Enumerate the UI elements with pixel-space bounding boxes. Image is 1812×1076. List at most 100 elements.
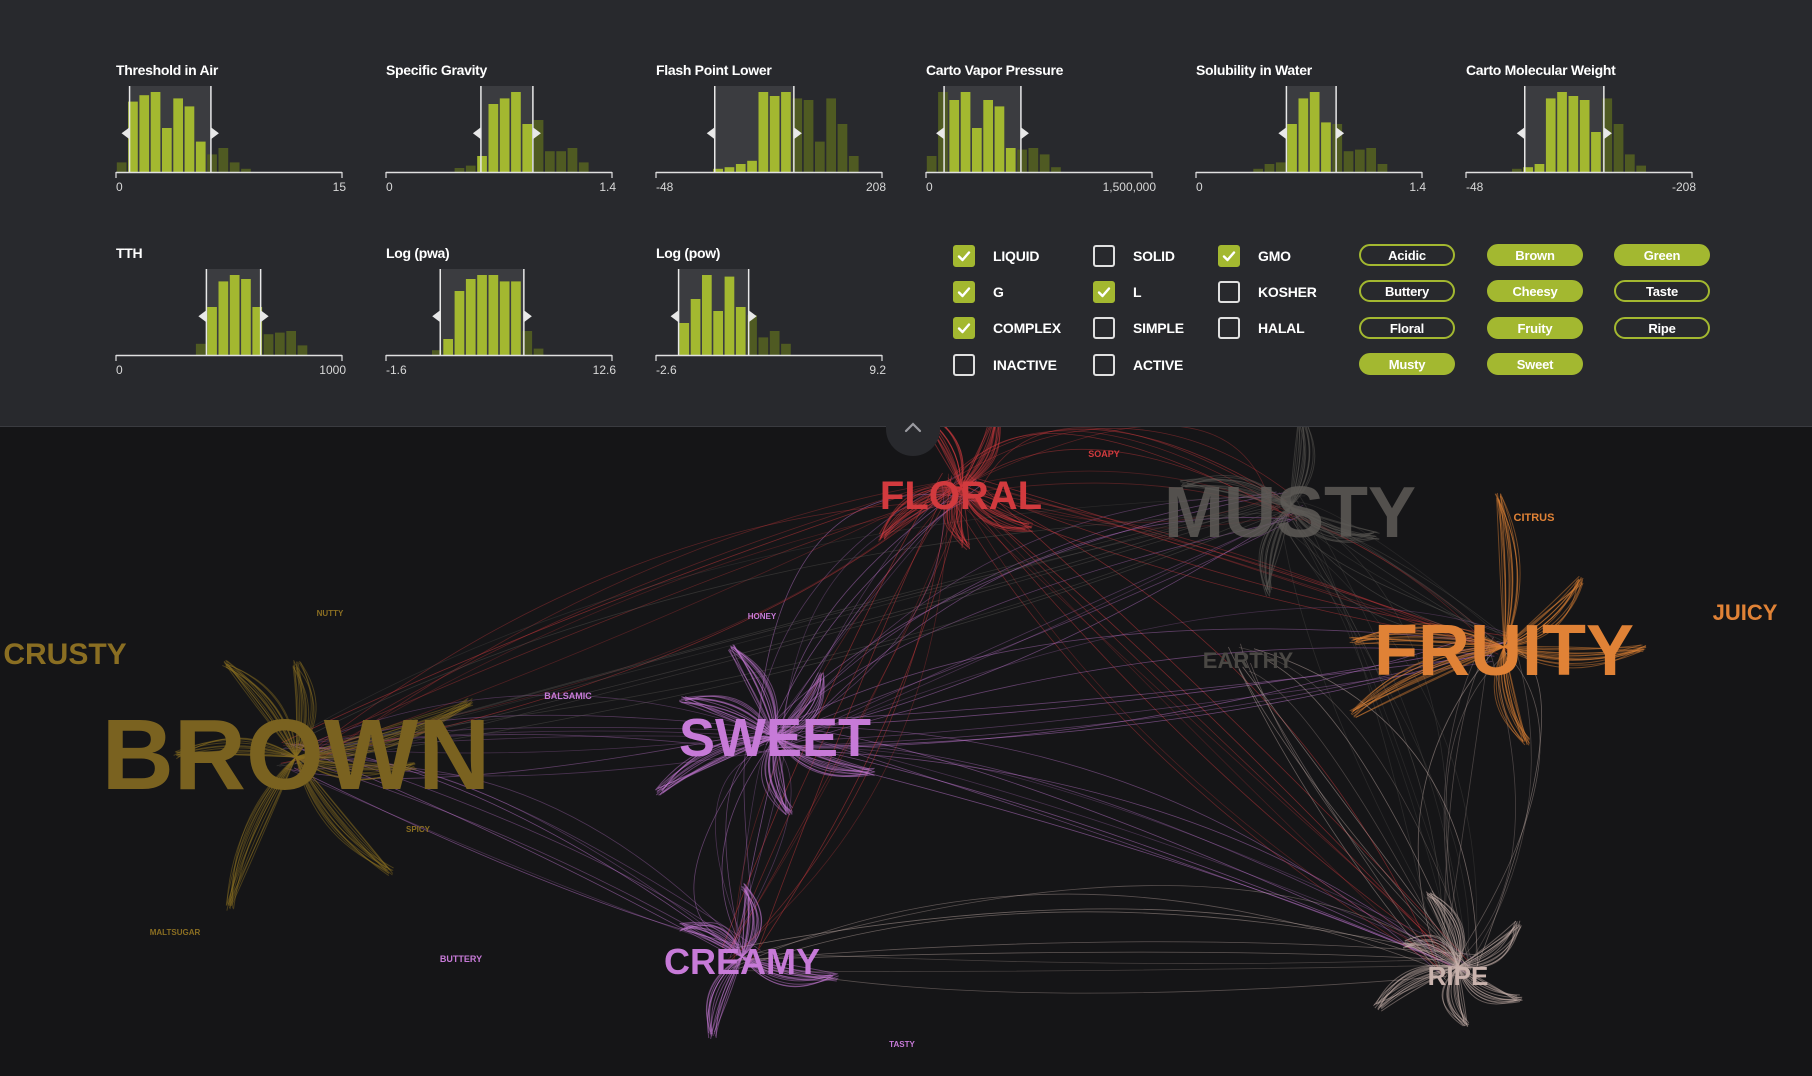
histogram-bar bbox=[499, 98, 510, 172]
node-label-earthy[interactable]: EARTHY bbox=[1203, 648, 1294, 673]
histogram-plot[interactable] bbox=[385, 86, 613, 178]
checkbox-box[interactable] bbox=[1218, 245, 1240, 267]
checkbox-box[interactable] bbox=[953, 317, 975, 339]
histogram-threshold-in-air[interactable]: Threshold in Air 0 15 bbox=[115, 62, 346, 212]
axis-max-label: 9.2 bbox=[869, 363, 886, 377]
range-handle-min[interactable] bbox=[1516, 127, 1525, 140]
tag-ripe[interactable]: Ripe bbox=[1614, 317, 1710, 339]
checkbox-box[interactable] bbox=[953, 281, 975, 303]
node-label-balsamic[interactable]: BALSAMIC bbox=[544, 691, 592, 701]
histogram-bar bbox=[972, 128, 982, 172]
histogram-log-pow[interactable]: Log (pow) -2.6 9.2 bbox=[655, 245, 886, 395]
checkbox-complex[interactable]: COMPLEX bbox=[953, 315, 1061, 341]
node-label-creamy[interactable]: CREAMY bbox=[664, 941, 820, 982]
histogram-carto-molecular-weight[interactable]: Carto Molecular Weight -48 -208 bbox=[1465, 62, 1696, 212]
histogram-plot[interactable] bbox=[385, 269, 613, 361]
node-label-floral[interactable]: FLORAL bbox=[880, 474, 1042, 518]
histogram-log-pwa[interactable]: Log (pwa) -1.6 12.6 bbox=[385, 245, 616, 395]
node-label-citrus[interactable]: CITRUS bbox=[1514, 512, 1555, 524]
tag-floral[interactable]: Floral bbox=[1359, 317, 1455, 339]
node-label-sweet[interactable]: SWEET bbox=[679, 708, 871, 768]
checkbox-box[interactable] bbox=[1218, 317, 1240, 339]
checkbox-box[interactable] bbox=[1093, 245, 1115, 267]
histogram-tth[interactable]: TTH 0 1000 bbox=[115, 245, 346, 395]
axis-min-label: 0 bbox=[926, 180, 933, 194]
checkbox-gmo[interactable]: GMO bbox=[1218, 243, 1291, 269]
tag-musty[interactable]: Musty bbox=[1359, 353, 1455, 375]
histogram-bar bbox=[1051, 167, 1061, 172]
node-label-crusty[interactable]: CRUSTY bbox=[3, 638, 126, 671]
histogram-bar bbox=[1343, 151, 1354, 172]
node-label-spicy[interactable]: SPICY bbox=[406, 825, 431, 834]
histogram-plot[interactable] bbox=[925, 86, 1153, 178]
checkbox-box[interactable] bbox=[1093, 281, 1115, 303]
node-label-honey[interactable]: HONEY bbox=[748, 612, 777, 621]
tag-fruity[interactable]: Fruity bbox=[1487, 317, 1583, 339]
checkbox-active[interactable]: ACTIVE bbox=[1093, 352, 1183, 378]
range-handle-min[interactable] bbox=[198, 310, 207, 323]
checkbox-box[interactable] bbox=[1093, 317, 1115, 339]
tag-sweet[interactable]: Sweet bbox=[1487, 353, 1583, 375]
histogram-bar bbox=[241, 279, 251, 355]
checkbox-g[interactable]: G bbox=[953, 279, 1004, 305]
node-label-brown[interactable]: BROWN bbox=[102, 699, 491, 811]
tag-taste[interactable]: Taste bbox=[1614, 280, 1710, 302]
histogram-specific-gravity[interactable]: Specific Gravity 0 1.4 bbox=[385, 62, 616, 212]
checkbox-box[interactable] bbox=[953, 245, 975, 267]
histogram-bar bbox=[1591, 132, 1601, 172]
checkbox-kosher[interactable]: KOSHER bbox=[1218, 279, 1317, 305]
checkbox-halal[interactable]: HALAL bbox=[1218, 315, 1305, 341]
histogram-plot[interactable] bbox=[115, 269, 343, 361]
histogram-bar bbox=[477, 156, 487, 172]
range-handle-min[interactable] bbox=[121, 127, 130, 140]
tag-cheesy[interactable]: Cheesy bbox=[1487, 280, 1583, 302]
node-label-nutty[interactable]: NUTTY bbox=[317, 609, 344, 618]
histogram-flash-point-lower[interactable]: Flash Point Lower -48 208 bbox=[655, 62, 886, 212]
histogram-plot[interactable] bbox=[655, 86, 883, 178]
checkbox-box[interactable] bbox=[1093, 354, 1115, 376]
node-label-fruity[interactable]: FRUITY bbox=[1374, 611, 1634, 691]
range-handle-max[interactable] bbox=[260, 310, 269, 323]
histogram-bar bbox=[488, 104, 499, 172]
range-handle-max[interactable] bbox=[1020, 127, 1029, 140]
range-handle-min[interactable] bbox=[706, 127, 715, 140]
histogram-bar bbox=[1264, 164, 1275, 172]
range-handle-min[interactable] bbox=[432, 310, 441, 323]
histogram-carto-vapor-pressure[interactable]: Carto Vapor Pressure 0 1,500,000 bbox=[925, 62, 1156, 212]
tag-buttery[interactable]: Buttery bbox=[1359, 280, 1455, 302]
checkbox-box[interactable] bbox=[953, 354, 975, 376]
range-handle-max[interactable] bbox=[523, 310, 532, 323]
odor-network-graph[interactable]: FLORAL MUSTY FRUITY SWEET BROWN CREAMY R… bbox=[0, 427, 1812, 1076]
range-handle-min[interactable] bbox=[670, 310, 679, 323]
checkbox-box[interactable] bbox=[1218, 281, 1240, 303]
histogram-plot[interactable] bbox=[1465, 86, 1693, 178]
histogram-bar bbox=[465, 279, 476, 355]
tag-brown[interactable]: Brown bbox=[1487, 244, 1583, 266]
histogram-bar bbox=[533, 348, 544, 355]
histogram-title: Carto Vapor Pressure bbox=[926, 62, 1064, 78]
node-label-tasty[interactable]: TASTY bbox=[889, 1040, 915, 1049]
histogram-plot[interactable] bbox=[655, 269, 883, 361]
histogram-plot[interactable] bbox=[1195, 86, 1423, 178]
checkbox-solid[interactable]: SOLID bbox=[1093, 243, 1175, 269]
checkbox-liquid[interactable]: LIQUID bbox=[953, 243, 1039, 269]
node-label-musty[interactable]: MUSTY bbox=[1164, 473, 1416, 553]
histogram-bar bbox=[1545, 98, 1556, 172]
histogram-plot[interactable] bbox=[115, 86, 343, 178]
range-handle-max[interactable] bbox=[210, 127, 219, 140]
histogram-bar bbox=[286, 331, 296, 355]
checkbox-l[interactable]: L bbox=[1093, 279, 1142, 305]
node-label-buttery[interactable]: BUTTERY bbox=[440, 954, 482, 964]
checkbox-label: G bbox=[993, 284, 1004, 300]
node-label-juicy[interactable]: JUICY bbox=[1713, 600, 1778, 625]
checkbox-inactive[interactable]: INACTIVE bbox=[953, 352, 1057, 378]
checkbox-simple[interactable]: SIMPLE bbox=[1093, 315, 1184, 341]
node-label-soapy[interactable]: SOAPY bbox=[1088, 449, 1120, 459]
node-label-maltsugar[interactable]: MALTSUGAR bbox=[150, 928, 201, 937]
range-handle-min[interactable] bbox=[472, 127, 481, 140]
range-handle-min[interactable] bbox=[1278, 127, 1287, 140]
histogram-solubility-in-water[interactable]: Solubility in Water 0 1.4 bbox=[1195, 62, 1426, 212]
node-label-ripe[interactable]: RIPE bbox=[1428, 961, 1489, 991]
tag-green[interactable]: Green bbox=[1614, 244, 1710, 266]
tag-acidic[interactable]: Acidic bbox=[1359, 244, 1455, 266]
